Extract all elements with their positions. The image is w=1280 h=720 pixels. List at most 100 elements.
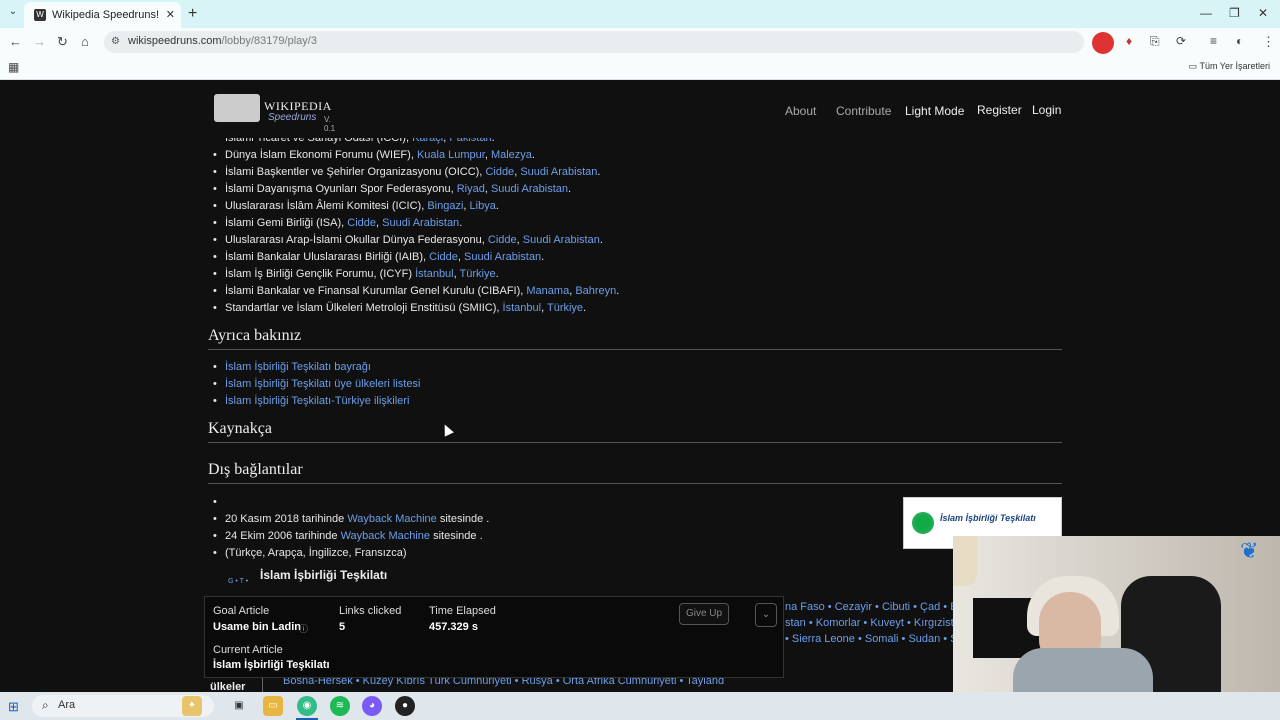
give-up-button[interactable]: Give Up bbox=[679, 603, 729, 625]
city-link[interactable]: İstanbul bbox=[415, 268, 454, 280]
menu-light-mode[interactable]: Light Mode bbox=[905, 104, 964, 118]
obs-icon[interactable]: ● bbox=[395, 696, 415, 716]
country-link[interactable]: Suudi Arabistan bbox=[464, 251, 541, 263]
navbox-gt[interactable]: G • T • bbox=[228, 578, 248, 585]
site-favicon-icon: W bbox=[34, 9, 46, 21]
oic-logo-icon bbox=[912, 512, 934, 534]
country-link[interactable]: Malezya bbox=[491, 149, 532, 161]
navbox-row[interactable]: stan • Komorlar • Kuveyt • Kırgızistan bbox=[785, 617, 966, 629]
browser-menu-icon[interactable]: ⋮ bbox=[1262, 34, 1275, 50]
apps-grid-icon[interactable]: ▦ bbox=[8, 60, 19, 74]
butterfly-icon: ❦ bbox=[1240, 538, 1259, 563]
city-link[interactable]: Kuala Lumpur bbox=[417, 149, 485, 161]
folder-icon: ▭ bbox=[1188, 61, 1200, 71]
wayback-link[interactable]: Wayback Machine bbox=[341, 530, 430, 542]
organization-text: İslami Dayanışma Oyunları Spor Federasyo… bbox=[225, 183, 457, 195]
tab-close-icon[interactable]: ✕ bbox=[166, 8, 175, 21]
city-link[interactable]: Cidde bbox=[488, 234, 517, 246]
extension-icon-2[interactable]: ♦ bbox=[1126, 34, 1132, 48]
url-text[interactable]: wikispeedruns.com/lobby/83179/play/3 bbox=[128, 35, 317, 47]
chrome-icon[interactable]: ◉ bbox=[297, 696, 317, 716]
site-logo[interactable]: WIKIPEDIA Speedruns V. 0.1 bbox=[214, 94, 344, 133]
extension-icon[interactable] bbox=[1092, 32, 1114, 54]
task-view-icon[interactable]: ▣ bbox=[229, 696, 249, 716]
wayback-link[interactable]: Wayback Machine bbox=[347, 513, 436, 525]
country-link[interactable]: Suudi Arabistan bbox=[523, 234, 600, 246]
file-explorer-icon[interactable]: ▭ bbox=[263, 696, 283, 716]
new-tab-icon[interactable]: + bbox=[188, 5, 197, 23]
country-link[interactable]: Suudi Arabistan bbox=[491, 183, 568, 195]
organization-item: Uluslararası İslâm Âlemi Komitesi (ICIC)… bbox=[213, 200, 499, 212]
country-link[interactable]: Suudi Arabistan bbox=[520, 166, 597, 178]
menu-contribute[interactable]: Contribute bbox=[836, 104, 891, 118]
chevron-down-icon[interactable]: ⌄ bbox=[755, 603, 777, 627]
widget-icon[interactable]: ✦ bbox=[182, 696, 202, 716]
city-link[interactable]: Riyad bbox=[457, 183, 485, 195]
section-heading-see-also: Ayrıca bakınız bbox=[208, 327, 1062, 350]
see-also-link[interactable]: İslam İşbirliği Teşkilatı üye ülkeleri l… bbox=[225, 378, 420, 390]
home-icon[interactable]: ⌂ bbox=[81, 34, 89, 49]
site-info-icon[interactable]: ⚙ bbox=[111, 36, 120, 47]
minimize-icon[interactable]: — bbox=[1200, 6, 1212, 20]
discord-icon[interactable]: ◕ bbox=[362, 696, 382, 716]
reading-list-icon[interactable]: ≡ bbox=[1210, 34, 1217, 48]
info-icon[interactable]: ⓘ bbox=[299, 622, 308, 635]
external-link-post: sitesinde . bbox=[436, 513, 490, 525]
spotify-icon[interactable]: ≋ bbox=[330, 696, 350, 716]
logo-speedruns: Speedruns bbox=[268, 112, 317, 123]
time-value: 457.329 s bbox=[429, 621, 478, 633]
city-link[interactable]: Cidde bbox=[429, 251, 458, 263]
country-link[interactable]: Libya bbox=[470, 200, 496, 212]
external-link-item: 20 Kasım 2018 tarihinde Wayback Machine … bbox=[213, 513, 490, 525]
see-also-link[interactable]: İslam İşbirliği Teşkilatı bayrağı bbox=[225, 361, 371, 373]
back-icon[interactable]: ← bbox=[9, 34, 22, 49]
site-header: WIKIPEDIA Speedruns V. 0.1 About Contrib… bbox=[0, 80, 1280, 133]
navbox-row[interactable]: na Faso • Cezayir • Cibuti • Çad • Endo bbox=[785, 601, 976, 613]
country-link[interactable]: Türkiye bbox=[547, 302, 583, 314]
goal-label: Goal Article bbox=[213, 605, 270, 617]
city-link[interactable]: Bingazi bbox=[427, 200, 463, 212]
extension-icon-3[interactable]: ⎘ bbox=[1150, 34, 1160, 49]
tab-list-icon[interactable]: ⌄ bbox=[6, 6, 20, 20]
sync-icon[interactable]: ⟳ bbox=[1176, 34, 1186, 48]
country-link[interactable]: Türkiye bbox=[460, 268, 496, 280]
see-also-link[interactable]: İslam İşbirliği Teşkilatı-Türkiye ilişki… bbox=[225, 395, 409, 407]
links-value: 5 bbox=[339, 621, 346, 633]
external-link-post: sitesinde . bbox=[430, 530, 483, 542]
wikipedia-globe-icon bbox=[214, 94, 260, 122]
city-link[interactable]: Cidde bbox=[347, 217, 376, 229]
navbox-row[interactable]: • Sierra Leone • Somali • Sudan • Surin bbox=[785, 633, 976, 645]
browser-tab-bar: ⌄ W Wikipedia Speedruns! ✕ + — ❐ ✕ bbox=[0, 0, 1280, 28]
country-link[interactable]: Bahreyn bbox=[575, 285, 616, 297]
city-link[interactable]: İstanbul bbox=[503, 302, 542, 314]
logo-version: V. 0.1 bbox=[324, 115, 336, 133]
city-link[interactable]: Manama bbox=[526, 285, 569, 297]
reload-icon[interactable]: ↻ bbox=[57, 34, 68, 50]
webcam-overlay bbox=[953, 536, 1280, 692]
organization-item: İslam İş Birliği Gençlik Forumu, (ICYF) … bbox=[213, 268, 499, 280]
browser-tab[interactable]: W Wikipedia Speedruns! ✕ bbox=[24, 2, 181, 28]
city-link[interactable]: Cidde bbox=[485, 166, 514, 178]
see-also-item[interactable]: İslam İşbirliği Teşkilatı bayrağı bbox=[213, 361, 371, 373]
profile-icon[interactable]: ◐ bbox=[1236, 34, 1243, 48]
commons-box-title[interactable]: İslam İşbirliği Teşkilatı bbox=[940, 513, 1036, 523]
tab-title: Wikipedia Speedruns! bbox=[52, 9, 160, 21]
country-link[interactable]: Suudi Arabistan bbox=[382, 217, 459, 229]
menu-register[interactable]: Register bbox=[977, 103, 1022, 117]
forward-icon[interactable]: → bbox=[33, 34, 46, 49]
external-link-pre: 20 Kasım 2018 tarihinde bbox=[225, 513, 348, 525]
menu-about[interactable]: About bbox=[785, 104, 816, 118]
see-also-item[interactable]: İslam İşbirliği Teşkilatı-Türkiye ilişki… bbox=[213, 395, 409, 407]
all-bookmarks[interactable]: ▭ Tüm Yer İşaretleri bbox=[1189, 61, 1270, 72]
links-label: Links clicked bbox=[339, 605, 402, 617]
restore-icon[interactable]: ❐ bbox=[1229, 6, 1240, 20]
windows-start-icon[interactable]: ⊞ bbox=[8, 699, 19, 715]
organization-item: İslami Gemi Birliği (ISA), Cidde, Suudi … bbox=[213, 217, 462, 229]
window-close-icon[interactable]: ✕ bbox=[1258, 6, 1268, 20]
organization-text: Uluslararası Arap-İslami Okullar Dünya F… bbox=[225, 234, 488, 246]
organization-item: Dünya İslam Ekonomi Forumu (WIEF), Kuala… bbox=[213, 149, 535, 161]
menu-login[interactable]: Login bbox=[1032, 103, 1061, 117]
organization-text: İslam İş Birliği Gençlik Forumu, (ICYF) bbox=[225, 268, 416, 280]
organization-item: Standartlar ve İslam Ülkeleri Metroloji … bbox=[213, 302, 586, 314]
see-also-item[interactable]: İslam İşbirliği Teşkilatı üye ülkeleri l… bbox=[213, 378, 420, 390]
